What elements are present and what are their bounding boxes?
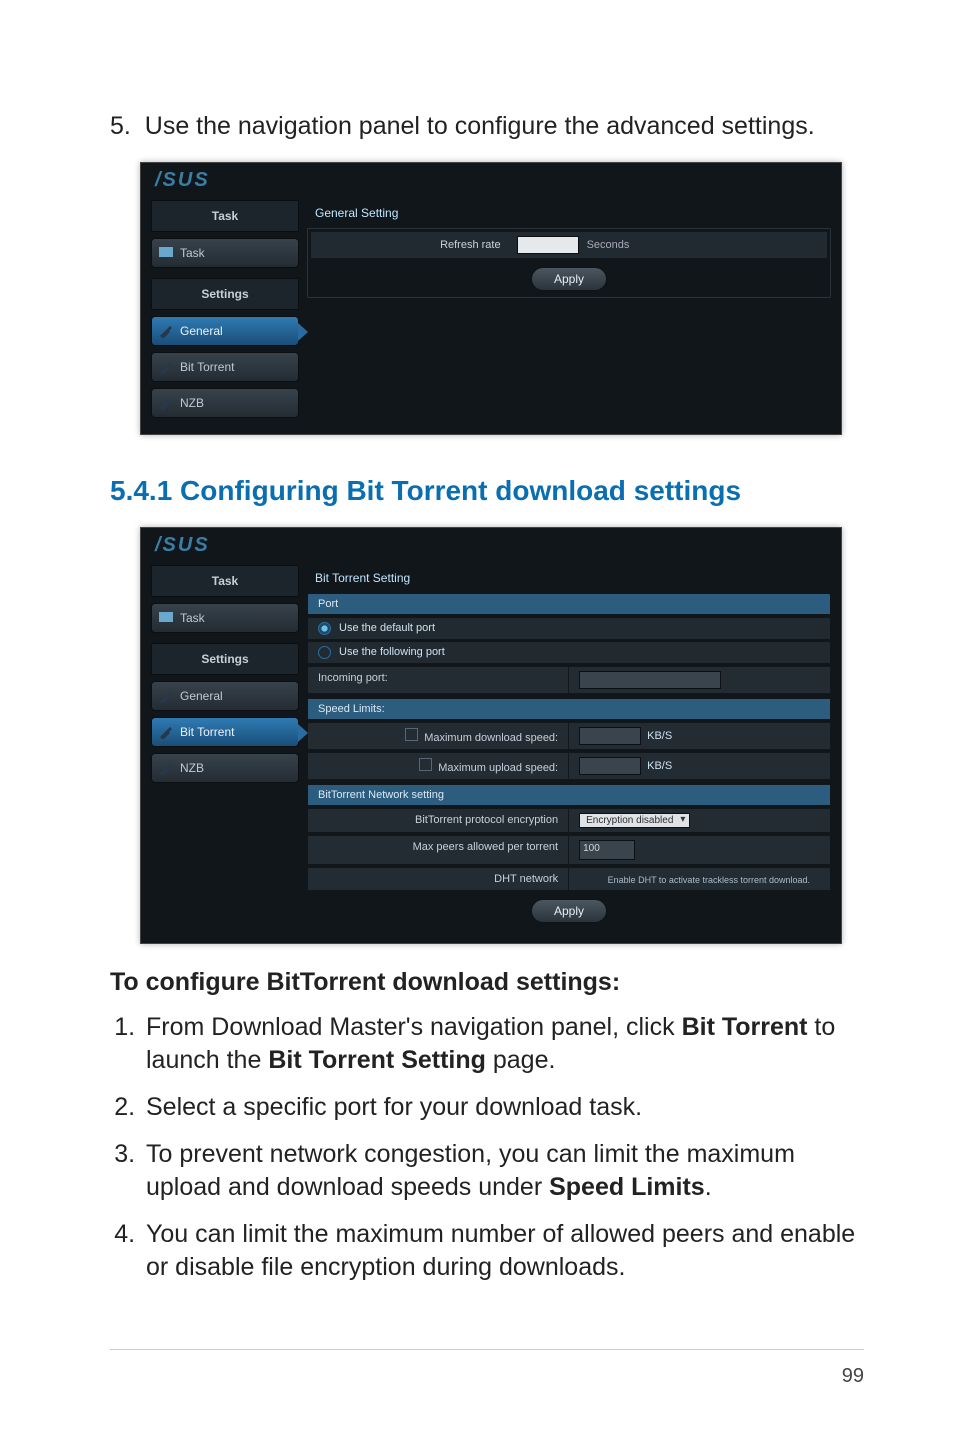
hammer-icon (158, 358, 174, 374)
panel-title: General Setting (307, 200, 831, 228)
sidebar-item-bittorrent[interactable]: Bit Torrent (151, 352, 299, 382)
apply-button[interactable]: Apply (531, 267, 607, 291)
procedure-list: From Download Master's navigation panel,… (110, 1011, 864, 1284)
sidebar-item-general[interactable]: General (151, 681, 299, 711)
sidebar-head-settings: Settings (151, 643, 299, 675)
sidebar-item-bittorrent[interactable]: Bit Torrent (151, 717, 299, 747)
page-number: 99 (842, 1365, 864, 1388)
sidebar: Task Task Settings General Bit Torrent N… (151, 565, 299, 927)
refresh-rate-input[interactable] (517, 236, 579, 254)
asus-logo: /SUS (155, 534, 210, 556)
sidebar-item-task[interactable]: Task (151, 238, 299, 268)
max-down-label: Maximum download speed: (424, 732, 558, 744)
hammer-icon (158, 322, 174, 338)
screenshot-general-setting: /SUS Task Task Settings General Bit Torr… (140, 162, 842, 435)
sidebar-item-nzb[interactable]: NZB (151, 388, 299, 418)
radio-default-port-label: Use the default port (339, 622, 435, 634)
refresh-rate-label: Refresh rate (319, 239, 509, 251)
panel-title: Bit Torrent Setting (307, 565, 831, 593)
max-down-input[interactable] (579, 727, 641, 745)
intro-step: 5. Use the navigation panel to configure… (110, 110, 864, 144)
max-peers-label: Max peers allowed per torrent (308, 836, 569, 864)
hammer-icon (158, 687, 174, 703)
network-section-head: BitTorrent Network setting (307, 784, 831, 806)
sidebar-head-task: Task (151, 565, 299, 597)
sidebar-head-settings: Settings (151, 278, 299, 310)
incoming-port-label: Incoming port: (308, 667, 569, 693)
screenshot-bittorrent-setting: /SUS Task Task Settings General Bit Torr… (140, 527, 842, 944)
max-up-checkbox[interactable] (419, 758, 432, 771)
step-1: From Download Master's navigation panel,… (142, 1011, 864, 1077)
step-3: To prevent network congestion, you can l… (142, 1138, 864, 1204)
kbs-unit: KB/S (647, 760, 672, 772)
radio-following-port-label: Use the following port (339, 646, 445, 658)
dht-note: Enable DHT to activate trackless torrent… (579, 872, 820, 885)
section-heading: 5.4.1 Configuring Bit Torrent download s… (110, 475, 864, 507)
incoming-port-input[interactable] (579, 671, 721, 689)
step-4: You can limit the maximum number of allo… (142, 1218, 864, 1284)
hammer-icon (158, 759, 174, 775)
hammer-icon (158, 394, 174, 410)
seconds-label: Seconds (587, 239, 630, 251)
hammer-icon (158, 723, 174, 739)
refresh-rate-row: Refresh rate Seconds (310, 231, 828, 259)
sidebar-head-task: Task (151, 200, 299, 232)
sidebar-item-task[interactable]: Task (151, 603, 299, 633)
task-icon (158, 609, 174, 625)
port-section-head: Port (307, 593, 831, 615)
encryption-label: BitTorrent protocol encryption (308, 809, 569, 832)
radio-following-port[interactable] (318, 646, 331, 659)
sidebar-item-general[interactable]: General (151, 316, 299, 346)
max-down-checkbox[interactable] (405, 728, 418, 741)
kbs-unit: KB/S (647, 730, 672, 742)
task-icon (158, 244, 174, 260)
max-peers-input[interactable]: 100 (579, 840, 635, 860)
asus-logo: /SUS (155, 169, 210, 191)
step-2: Select a specific port for your download… (142, 1091, 864, 1124)
max-up-label: Maximum upload speed: (438, 762, 558, 774)
apply-button[interactable]: Apply (531, 899, 607, 923)
sidebar-item-nzb[interactable]: NZB (151, 753, 299, 783)
speed-section-head: Speed Limits: (307, 698, 831, 720)
procedure-heading: To configure BitTorrent download setting… (110, 968, 864, 997)
footer-rule (110, 1349, 864, 1350)
dht-label: DHT network (308, 868, 569, 890)
sidebar: Task Task Settings General Bit Torrent N… (151, 200, 299, 418)
encryption-select[interactable]: Encryption disabled (579, 813, 690, 828)
radio-default-port[interactable] (318, 622, 331, 635)
max-up-input[interactable] (579, 757, 641, 775)
